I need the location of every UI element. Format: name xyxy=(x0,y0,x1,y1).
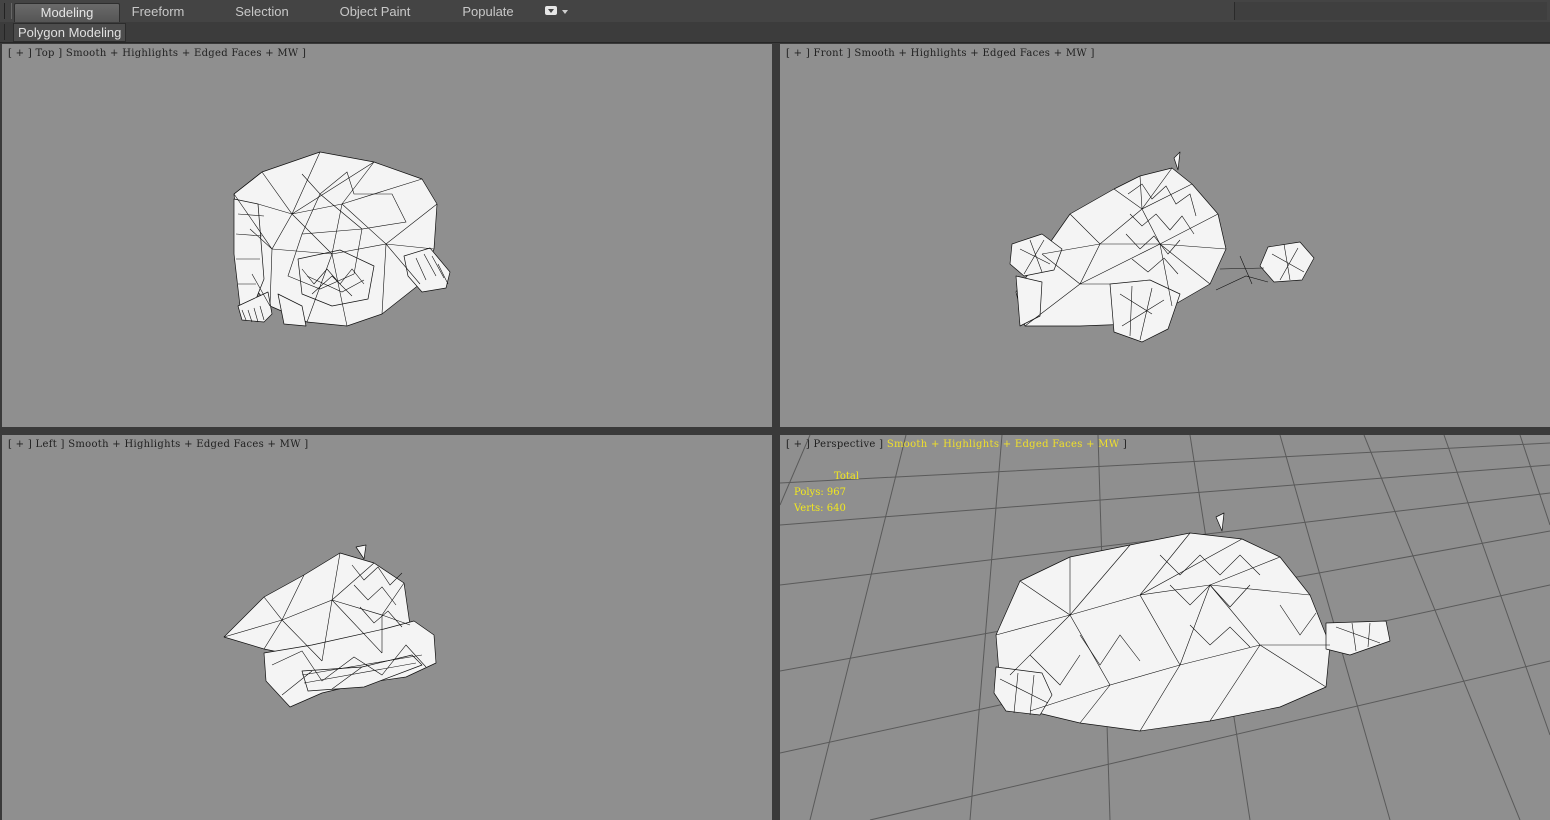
tab-freeform[interactable]: Freeform xyxy=(118,3,198,21)
polygon-modeling-panel-toggle[interactable]: Polygon Modeling xyxy=(13,23,127,42)
stats-verts: Verts: 640 xyxy=(794,501,859,517)
tab-modeling[interactable]: Modeling xyxy=(14,3,120,22)
front-view-mesh xyxy=(1009,151,1315,343)
ribbon-menu-box-icon xyxy=(545,6,557,15)
tab-object-paint[interactable]: Object Paint xyxy=(330,3,420,21)
viewport-label-left[interactable]: [ + ] Left ] Smooth + Highlights + Edged… xyxy=(8,439,308,450)
stats-polys: Polys: 967 xyxy=(794,485,859,501)
shading-mode[interactable]: Smooth + Highlights + Edged Faces + MW xyxy=(66,48,299,59)
horizontal-splitter[interactable] xyxy=(0,427,1550,435)
view-name[interactable]: Left xyxy=(36,439,57,450)
ribbon-options-icon[interactable] xyxy=(543,5,569,19)
viewport-perspective[interactable]: [ + ] Perspective ] Smooth + Highlights … xyxy=(780,435,1550,820)
verts-value: 640 xyxy=(826,503,846,514)
stats-header: Total xyxy=(834,471,860,482)
left-view-mesh xyxy=(223,544,437,708)
scene-statistics: Total Polys: 967 Verts: 640 xyxy=(794,469,859,517)
viewport-top[interactable]: [ + ] Top ] Smooth + Highlights + Edged … xyxy=(2,44,772,427)
perspective-view-grid-and-mesh xyxy=(780,435,1550,820)
ribbon-panel-row: Polygon Modeling xyxy=(0,22,1550,43)
viewport-label-top[interactable]: [ + ] Top ] Smooth + Highlights + Edged … xyxy=(8,48,306,59)
tab-populate[interactable]: Populate xyxy=(448,3,528,21)
polys-value: 967 xyxy=(826,487,846,498)
ribbon-row-grip xyxy=(4,24,11,40)
viewport-front[interactable]: [ + ] Front ] Smooth + Highlights + Edge… xyxy=(780,44,1550,427)
tab-selection[interactable]: Selection xyxy=(218,3,306,21)
viewport-label-front[interactable]: [ + ] Front ] Smooth + Highlights + Edge… xyxy=(786,48,1095,59)
verts-label: Verts: xyxy=(794,503,824,514)
shading-mode[interactable]: Smooth + Highlights + Edged Faces + MW xyxy=(68,439,301,450)
polys-label: Polys: xyxy=(794,487,824,498)
viewport-left[interactable]: [ + ] Left ] Smooth + Highlights + Edged… xyxy=(2,435,772,820)
viewport-label-perspective[interactable]: [ + ] Perspective ] Smooth + Highlights … xyxy=(786,439,1127,450)
view-name[interactable]: Top xyxy=(36,48,55,59)
view-name[interactable]: Perspective xyxy=(814,439,876,450)
top-view-mesh xyxy=(233,151,451,327)
ribbon-tab-bar: Modeling Freeform Selection Object Paint… xyxy=(0,0,1550,23)
chevron-down-icon xyxy=(562,10,568,14)
shading-mode[interactable]: Smooth + Highlights + Edged Faces + MW xyxy=(887,439,1120,450)
view-name[interactable]: Front xyxy=(814,48,844,59)
shading-mode[interactable]: Smooth + Highlights + Edged Faces + MW xyxy=(854,48,1087,59)
ribbon-grip[interactable] xyxy=(4,3,12,19)
ribbon-tab-strip xyxy=(1234,2,1547,20)
